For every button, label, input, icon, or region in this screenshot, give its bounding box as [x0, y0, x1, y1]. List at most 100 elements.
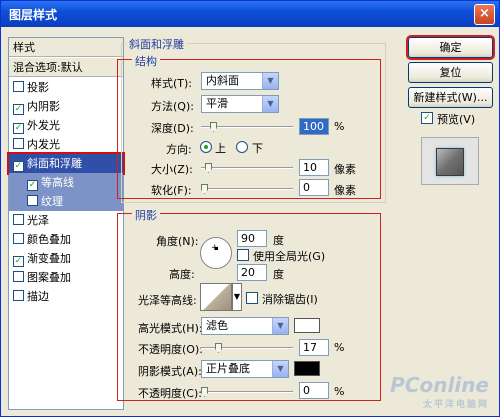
style-item-checkbox[interactable] [13, 290, 24, 301]
soften-slider[interactable] [201, 184, 293, 194]
style-item-checkbox[interactable] [13, 233, 24, 244]
highlight-opacity-thumb[interactable] [215, 343, 222, 353]
depth-unit: % [334, 120, 345, 133]
style-item-label: 投影 [27, 81, 49, 94]
size-slider-thumb[interactable] [205, 163, 212, 173]
style-item[interactable]: 图案叠加 [9, 268, 123, 287]
style-list-header[interactable]: 样式 [9, 38, 123, 57]
style-label: 样式(T): [151, 77, 193, 90]
shadow-opacity-input[interactable]: 0 [299, 382, 329, 399]
depth-slider-thumb[interactable] [210, 122, 217, 132]
direction-up-label: 上 [215, 142, 226, 155]
style-item-label: 描边 [27, 290, 49, 303]
style-item[interactable]: ✓ 斜面和浮雕 [7, 152, 125, 175]
style-item[interactable]: 描边 [9, 287, 123, 306]
highlight-opacity-unit: % [334, 341, 345, 354]
style-item-label: 内阴影 [27, 100, 60, 113]
technique-value: 平滑 [206, 97, 228, 110]
reset-button[interactable]: 复位 [408, 62, 493, 83]
size-slider[interactable] [201, 163, 293, 173]
antialias-checkbox[interactable] [246, 292, 258, 304]
style-item-label: 等高线 [41, 176, 74, 189]
depth-label: 深度(D): [151, 122, 194, 135]
soften-slider-thumb[interactable] [201, 184, 208, 194]
highlight-opacity-input[interactable]: 17 [299, 339, 329, 356]
style-item[interactable]: 纹理 [9, 192, 123, 211]
altitude-unit: 度 [273, 268, 284, 281]
style-item[interactable]: 内发光 [9, 135, 123, 154]
style-item-checkbox[interactable]: ✓ [13, 256, 24, 267]
highlight-color-swatch[interactable] [294, 318, 320, 333]
angle-dial[interactable]: + [200, 237, 232, 269]
chevron-down-icon[interactable]: ▼ [232, 283, 242, 311]
watermark: PConline 太平洋电脑网 [390, 373, 489, 410]
gloss-contour-picker[interactable] [200, 283, 232, 311]
style-item-label: 外发光 [27, 119, 60, 132]
global-light-checkbox[interactable] [237, 249, 249, 261]
style-item[interactable]: 投影 [9, 78, 123, 97]
bevel-style-value: 内斜面 [206, 74, 239, 87]
preview-swatch [436, 148, 464, 176]
size-label: 大小(Z): [151, 163, 193, 176]
shadow-opacity-thumb[interactable] [201, 387, 208, 397]
style-item-checkbox[interactable] [27, 195, 38, 206]
highlight-opacity-slider[interactable] [201, 343, 293, 353]
depth-input[interactable]: 100 [299, 118, 329, 135]
soften-label: 软化(F): [151, 184, 192, 197]
highlight-mode-select[interactable]: 滤色 ▼ [201, 317, 289, 335]
technique-select[interactable]: 平滑 ▼ [201, 95, 279, 113]
style-item-checkbox[interactable]: ✓ [27, 180, 38, 191]
chevron-down-icon: ▼ [272, 318, 288, 334]
direction-up-radio[interactable] [200, 141, 212, 153]
chevron-down-icon: ▼ [262, 73, 278, 89]
style-item-checkbox[interactable] [13, 81, 24, 92]
chevron-down-icon: ▼ [272, 361, 288, 377]
preview-label: 预览(V) [437, 113, 476, 126]
shadow-mode-value: 正片叠底 [206, 362, 250, 375]
size-unit: 像素 [334, 163, 356, 176]
style-item-label: 渐变叠加 [27, 252, 71, 265]
new-style-button[interactable]: 新建样式(W)... [408, 87, 493, 108]
title-bar[interactable]: 图层样式 × [1, 1, 499, 27]
style-item[interactable]: ✓ 内阴影 [9, 97, 123, 116]
style-item[interactable]: 光泽 [9, 211, 123, 230]
highlight-opacity-label: 不透明度(O): [138, 343, 203, 356]
style-item[interactable]: ✓ 等高线 [9, 173, 123, 192]
preview-thumbnail [421, 137, 479, 185]
style-item[interactable]: ✓ 外发光 [9, 116, 123, 135]
shadow-opacity-label: 不透明度(C): [138, 387, 202, 400]
shadow-color-swatch[interactable] [294, 361, 320, 376]
style-item-checkbox[interactable]: ✓ [13, 104, 24, 115]
depth-slider[interactable] [201, 122, 293, 132]
watermark-sub: 太平洋电脑网 [422, 400, 489, 410]
size-input[interactable]: 10 [299, 159, 329, 176]
altitude-input[interactable]: 20 [237, 264, 267, 281]
style-item-checkbox[interactable] [13, 271, 24, 282]
altitude-label: 高度: [169, 268, 195, 281]
style-item-checkbox[interactable] [13, 138, 24, 149]
shadow-opacity-slider[interactable] [201, 387, 293, 397]
shadow-mode-select[interactable]: 正片叠底 ▼ [201, 360, 289, 378]
style-item-checkbox[interactable] [13, 214, 24, 225]
blending-options-item[interactable]: 混合选项:默认 [9, 58, 123, 77]
style-item[interactable]: 颜色叠加 [9, 230, 123, 249]
antialias-label: 消除锯齿(I) [262, 293, 318, 306]
angle-unit: 度 [273, 234, 284, 247]
global-light-label: 使用全局光(G) [253, 250, 326, 263]
style-item-checkbox[interactable]: ✓ [13, 123, 24, 134]
gloss-contour-label: 光泽等高线: [138, 294, 197, 307]
watermark-brand: PConline [390, 373, 489, 397]
layer-style-dialog: 图层样式 × 样式 混合选项:默认 投影 ✓ 内阴影 ✓ 外发光 内发光 ✓ 斜面和浮雕 ✓ 等高… [0, 0, 500, 417]
direction-down-radio[interactable] [236, 141, 248, 153]
ok-button[interactable]: 确定 [406, 35, 495, 60]
soften-input[interactable]: 0 [299, 179, 329, 196]
bevel-style-select[interactable]: 内斜面 ▼ [201, 72, 279, 90]
shadow-opacity-unit: % [334, 385, 345, 398]
dialog-title: 图层样式 [9, 8, 58, 22]
style-item[interactable]: ✓ 渐变叠加 [9, 249, 123, 268]
style-item-checkbox[interactable]: ✓ [13, 161, 24, 172]
preview-checkbox[interactable]: ✓ [421, 112, 433, 124]
close-icon[interactable]: × [474, 4, 495, 25]
angle-input[interactable]: 90 [237, 230, 267, 247]
style-item-label: 内发光 [27, 138, 60, 151]
